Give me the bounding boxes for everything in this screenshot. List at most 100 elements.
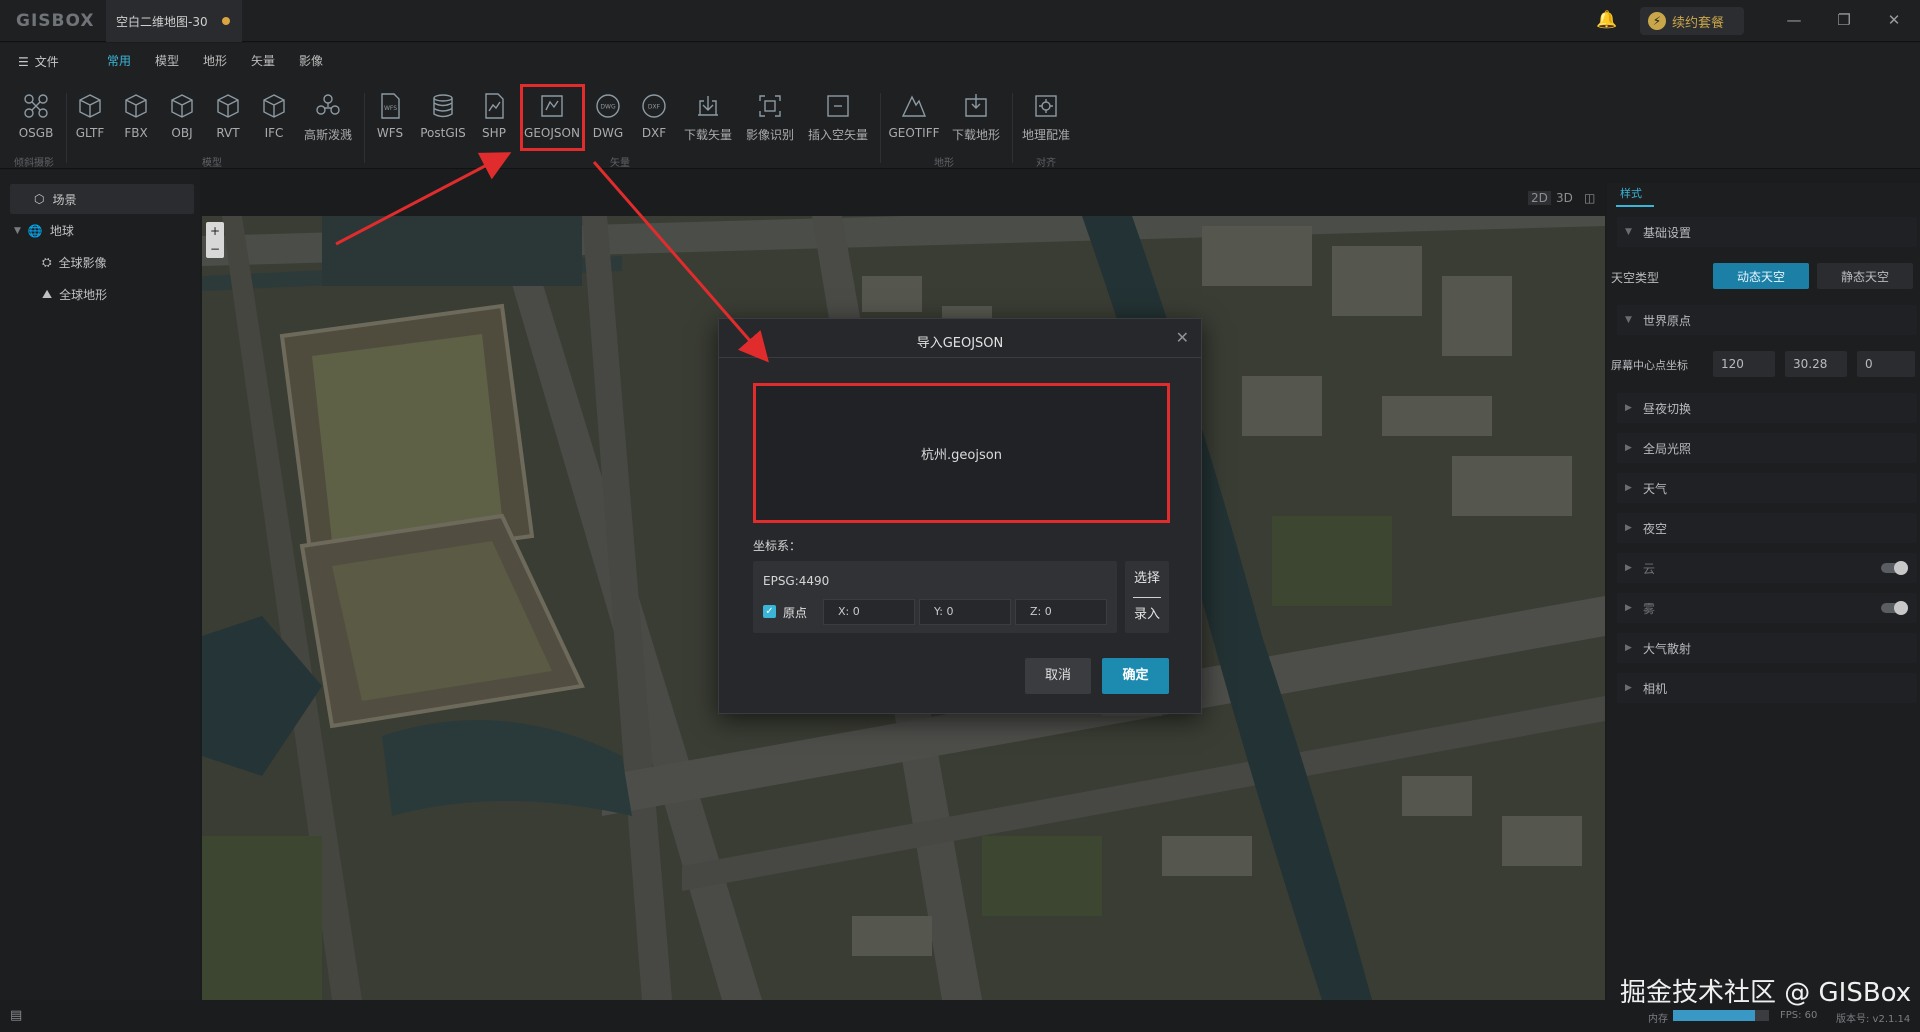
confirm-button[interactable]: 确定 [1102, 658, 1169, 694]
zoom-in-icon[interactable]: + [206, 222, 224, 240]
cube-icon [125, 94, 147, 118]
file-drop-zone[interactable]: 杭州.geojson [753, 383, 1170, 523]
georeference-button[interactable]: 地理配准 [1018, 87, 1074, 149]
section-global-lighting[interactable]: ▶ 全局光照 [1617, 433, 1917, 463]
tree-item-global-terrain[interactable]: ⛰ 全球地形 [42, 286, 107, 303]
section-world-origin[interactable]: ▼ 世界原点 [1617, 305, 1917, 335]
wfs-file-icon: WFS [381, 93, 400, 119]
cube-icon [263, 94, 285, 118]
dxf-button[interactable]: DXF DXF [634, 87, 674, 149]
shp-label: SHP [482, 126, 506, 140]
log-icon[interactable]: ▤ [10, 1008, 22, 1023]
gaussian-splatting-button[interactable]: 高斯泼溅 [300, 87, 356, 149]
gltf-button[interactable]: GLTF [70, 87, 110, 149]
version-readout: 版本号: v2.1.14 [1836, 1014, 1911, 1025]
tree-item-global-imagery[interactable]: ⛭ 全球影像 [42, 254, 107, 271]
ifc-label: IFC [264, 126, 284, 140]
toolbar-separator [364, 93, 365, 163]
scan-icon [759, 95, 781, 117]
tab-imagery[interactable]: 影像 [296, 52, 326, 69]
obj-button[interactable]: OBJ [162, 87, 202, 149]
static-sky-option[interactable]: 静态天空 [1817, 263, 1913, 289]
section-atmosphere[interactable]: ▶ 大气散射 [1617, 633, 1917, 663]
renew-plan-label: 续约套餐 [1672, 15, 1725, 31]
georeference-icon [1035, 95, 1057, 117]
globe-icon: 🌐 [27, 223, 43, 238]
insert-empty-vector-button[interactable]: 插入空矢量 [804, 87, 872, 149]
section-night-sky[interactable]: ▶ 夜空 [1617, 513, 1917, 543]
scene-tree-root[interactable]: ⬡ 场景 [10, 184, 194, 214]
app-logo: GISBOX [16, 11, 95, 31]
wfs-button[interactable]: WFS WFS [370, 87, 410, 149]
renew-plan-button[interactable]: ⚡ 续约套餐 [1640, 7, 1744, 35]
shp-button[interactable]: SHP [474, 87, 514, 149]
origin-checkbox[interactable]: ✓ [763, 605, 776, 618]
cloud-toggle[interactable] [1881, 561, 1908, 575]
center-y-input[interactable]: 30.28 [1785, 351, 1847, 377]
ifc-button[interactable]: IFC [254, 87, 294, 149]
image-recognition-button[interactable]: 影像识别 [742, 87, 798, 149]
postgis-button[interactable]: PostGIS [418, 87, 468, 149]
section-world-origin-label: 世界原点 [1643, 313, 1692, 328]
toggle-knob [1894, 561, 1908, 575]
view-2d-button[interactable]: 2D [1528, 191, 1551, 205]
hamburger-icon: ☰ [18, 54, 29, 69]
download-terrain-button[interactable]: 下载地形 [948, 87, 1004, 149]
document-tab[interactable]: 空白二维地图-30 [106, 0, 242, 42]
origin-y-input[interactable]: Y: 0 [919, 599, 1011, 625]
bell-icon[interactable]: 🔔 [1596, 10, 1617, 30]
center-z-input[interactable]: 0 [1857, 351, 1915, 377]
section-basic-settings-label: 基础设置 [1643, 225, 1692, 240]
dxf-icon: DXF [642, 94, 666, 118]
tab-indicator [1616, 205, 1654, 207]
caret-right-icon: ▶ [1625, 603, 1632, 613]
svg-text:DXF: DXF [648, 104, 661, 111]
fog-toggle[interactable] [1881, 601, 1908, 615]
section-basic-settings[interactable]: ▼ 基础设置 [1617, 217, 1917, 247]
download-vector-button[interactable]: 下载矢量 [680, 87, 736, 149]
dynamic-sky-option[interactable]: 动态天空 [1713, 263, 1809, 289]
origin-z-input[interactable]: Z: 0 [1015, 599, 1107, 625]
close-icon[interactable]: ✕ [1176, 328, 1189, 347]
section-cloud[interactable]: ▶ 云 [1617, 553, 1917, 583]
select-crs-button[interactable]: 选择 [1125, 561, 1169, 597]
cancel-button[interactable]: 取消 [1025, 658, 1091, 694]
section-fog[interactable]: ▶ 雾 [1617, 593, 1917, 623]
download-vector-icon [698, 96, 718, 116]
center-x-input[interactable]: 120 [1713, 351, 1775, 377]
section-weather[interactable]: ▶ 天气 [1617, 473, 1917, 503]
screen-center-label: 屏幕中心点坐标 [1611, 359, 1688, 372]
dwg-icon: DWG [596, 94, 620, 118]
dialog-title: 导入GEOJSON [916, 336, 1004, 351]
origin-x-input[interactable]: X: 0 [823, 599, 915, 625]
caret-down-icon: ▼ [1625, 227, 1632, 237]
tree-item-earth[interactable]: ▼ 🌐 地球 [14, 222, 74, 239]
rvt-button[interactable]: RVT [208, 87, 248, 149]
tab-common[interactable]: 常用 [104, 52, 134, 69]
minimize-icon[interactable]: — [1784, 10, 1804, 30]
zoom-control[interactable]: + − [206, 222, 224, 258]
fbx-button[interactable]: FBX [116, 87, 156, 149]
tab-terrain[interactable]: 地形 [200, 52, 230, 69]
osgb-button[interactable]: OSGB [16, 87, 56, 149]
enter-crs-button[interactable]: 录入 [1125, 597, 1169, 633]
close-window-icon[interactable]: ✕ [1884, 10, 1904, 30]
zoom-out-icon[interactable]: − [206, 240, 224, 258]
svg-text:WFS: WFS [384, 105, 397, 112]
tab-vector[interactable]: 矢量 [248, 52, 278, 69]
view-3d-button[interactable]: 3D [1556, 191, 1573, 205]
file-menu[interactable]: ☰ 文件 [18, 53, 59, 70]
section-camera[interactable]: ▶ 相机 [1617, 673, 1917, 703]
section-fog-label: 雾 [1643, 601, 1656, 616]
tab-style[interactable]: 样式 [1620, 185, 1642, 201]
section-day-night[interactable]: ▶ 昼夜切换 [1617, 393, 1917, 423]
restore-icon[interactable]: ❐ [1834, 10, 1854, 30]
group-label-vector: 矢量 [610, 158, 630, 169]
obj-label: OBJ [171, 126, 193, 140]
crs-label: 坐标系： [753, 539, 802, 553]
dwg-button[interactable]: DWG DWG [588, 87, 628, 149]
split-view-button[interactable]: ◫ [1584, 191, 1595, 205]
tree-item-global-terrain-label: 全球地形 [59, 288, 108, 302]
tab-model[interactable]: 模型 [152, 52, 182, 69]
geotiff-button[interactable]: GEOTIFF [886, 87, 942, 149]
